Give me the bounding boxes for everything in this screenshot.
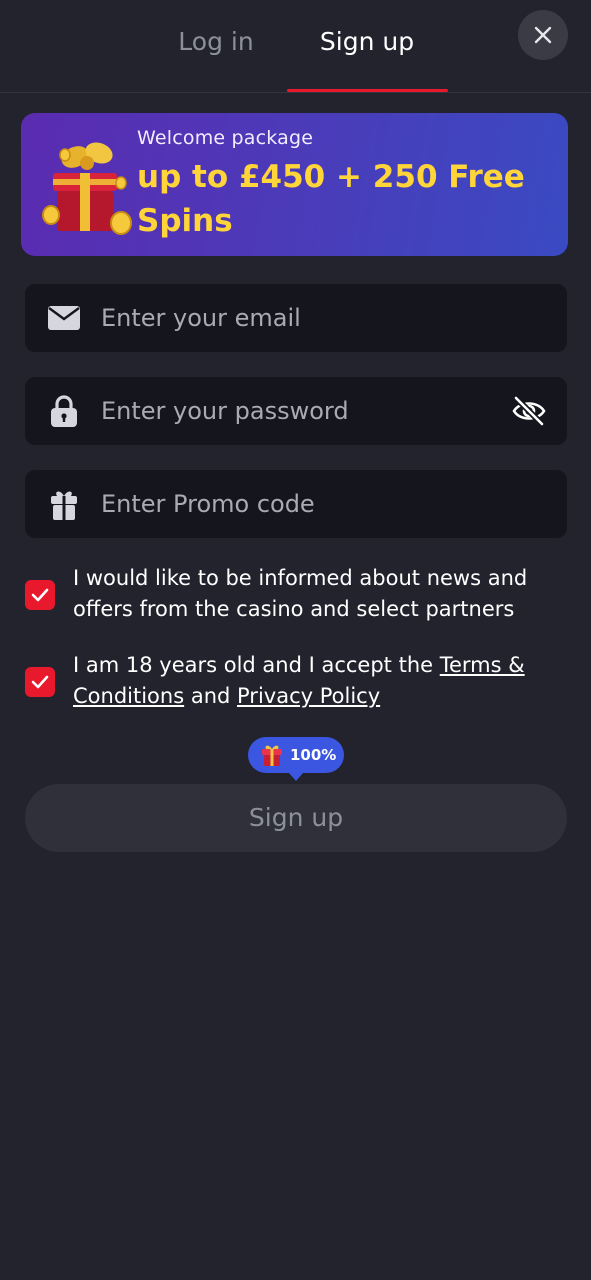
active-tab-indicator [287,89,448,92]
banner-subtitle: Welcome package [137,127,314,149]
age-consent-middle: and [184,684,238,708]
gift-box-illustration [42,142,132,235]
gift-icon [262,745,282,766]
email-field-container [25,284,567,352]
promo-code-input[interactable] [101,470,521,538]
auth-tabs: Log in Sign up [0,0,591,93]
age-consent-checkbox[interactable] [25,667,55,697]
age-consent-prefix: I am 18 years old and I accept the [73,653,440,677]
banner-title: up to £450 + 250 Free Spins [137,159,525,239]
tab-login[interactable]: Log in [160,24,272,64]
envelope-icon [47,301,81,335]
email-input[interactable] [101,284,521,352]
close-icon [534,26,552,44]
welcome-banner[interactable]: Welcome package up to £450 + 250 Free Sp… [21,113,568,256]
privacy-policy-link[interactable]: Privacy Policy [237,684,380,708]
lock-icon [47,394,81,428]
tab-signup[interactable]: Sign up [300,24,434,64]
password-field-container [25,377,567,445]
sign-up-button[interactable]: Sign up [25,784,567,852]
checkmark-icon [31,675,49,689]
news-consent-label: I would like to be informed about news a… [73,566,528,621]
eye-off-icon[interactable] [511,393,547,429]
news-consent-row: I would like to be informed about news a… [25,563,565,627]
bonus-badge-value: 100% [290,746,337,764]
signup-modal: Log in Sign up Welcome package up to £45… [0,0,591,1280]
gift-icon [47,487,81,521]
bonus-badge: 100% [248,737,344,781]
promo-field-container [25,470,567,538]
close-button[interactable] [518,10,568,60]
password-input[interactable] [101,377,521,445]
age-consent-label: I am 18 years old and I accept the Terms… [73,650,568,712]
checkmark-icon [31,588,49,602]
news-consent-checkbox[interactable] [25,580,55,610]
age-consent-row: I am 18 years old and I accept the Terms… [25,650,565,714]
